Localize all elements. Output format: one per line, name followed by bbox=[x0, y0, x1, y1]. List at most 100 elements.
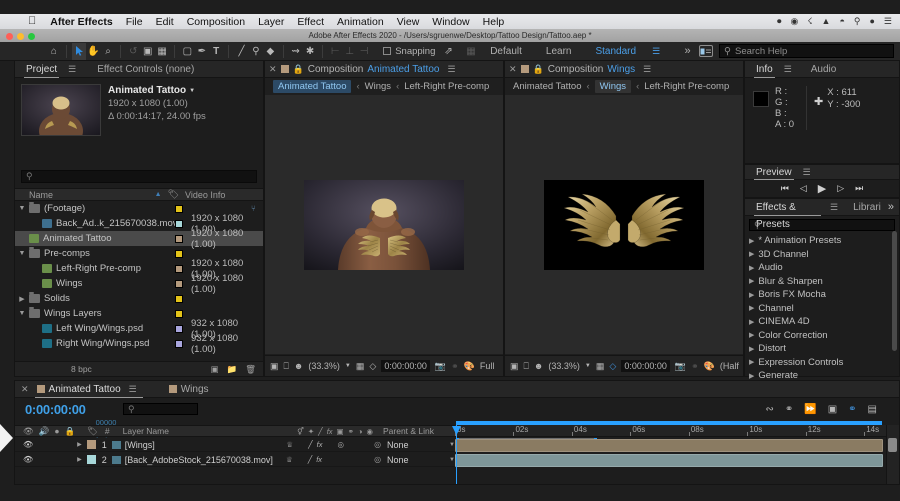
snapping-checkbox[interactable] bbox=[383, 47, 391, 55]
wifi-icon[interactable]: ◓ bbox=[839, 16, 844, 27]
menu-app-name[interactable]: After Effects bbox=[50, 16, 112, 28]
screen-record-icon[interactable]: ⏺ bbox=[777, 16, 782, 27]
tab-effect-controls[interactable]: Effect Controls (none) bbox=[90, 61, 201, 78]
new-comp-icon[interactable]: ▣ bbox=[211, 364, 219, 375]
region-of-interest-icon[interactable]: ▦ bbox=[155, 43, 169, 60]
hand-tool-icon[interactable]: ✋ bbox=[86, 43, 100, 60]
lock-icon[interactable]: 🔒 bbox=[533, 64, 544, 75]
timeline-tab-animated-tattoo[interactable]: Animated Tattoo ☰ bbox=[29, 381, 149, 398]
fx-icon[interactable]: fx bbox=[317, 440, 323, 449]
last-frame-icon[interactable]: ⏭ bbox=[855, 183, 863, 194]
workspace-standard[interactable]: Standard bbox=[583, 42, 648, 61]
close-icon[interactable]: ✕ bbox=[269, 64, 277, 75]
layer-twirl-icon[interactable]: ▶ bbox=[77, 441, 82, 448]
chevron-down-icon[interactable]: ▼ bbox=[585, 363, 591, 369]
magnification-icon[interactable]: ▣ bbox=[270, 361, 279, 372]
draft-3d-icon[interactable]: ⚭ bbox=[785, 404, 793, 415]
effects-category-row[interactable]: ▶CINEMA 4D bbox=[745, 315, 899, 329]
solo-icon[interactable]: ● bbox=[54, 426, 59, 436]
twirl-closed-icon[interactable]: ▶ bbox=[749, 250, 754, 258]
roto-brush-tool-icon[interactable]: ⇝ bbox=[288, 43, 302, 60]
motion-blur-icon[interactable]: ◎ bbox=[338, 440, 345, 449]
label-color-swatch[interactable] bbox=[175, 205, 183, 213]
chevron-down-icon[interactable]: ▼ bbox=[189, 88, 195, 94]
clone-stamp-tool-icon[interactable]: ⚲ bbox=[249, 43, 263, 60]
sort-ascending-icon[interactable]: ▲ bbox=[155, 191, 162, 198]
effects-category-row[interactable]: ▶Color Correction bbox=[745, 329, 899, 343]
type-tool-icon[interactable]: T bbox=[209, 43, 223, 60]
workspace-screen-icon[interactable] bbox=[699, 45, 713, 57]
breadcrumb-animated-tattoo[interactable]: Animated Tattoo bbox=[513, 81, 581, 92]
column-layer-name[interactable]: Layer Name bbox=[123, 426, 169, 436]
label-color-swatch[interactable] bbox=[175, 265, 183, 273]
puppet-pin-tool-icon[interactable]: ✱ bbox=[303, 43, 317, 60]
search-help-field[interactable]: ⚲ Search Help bbox=[719, 44, 894, 58]
timeline-tab-menu-icon[interactable]: ☰ bbox=[125, 384, 141, 395]
timeline-tab-close-icon[interactable]: ✕ bbox=[21, 384, 29, 395]
timeline-search-input[interactable]: ⚲ bbox=[123, 403, 198, 415]
timeline-layer-bar[interactable] bbox=[455, 439, 883, 452]
effects-scrollbar[interactable] bbox=[892, 231, 897, 351]
close-icon[interactable]: ✕ bbox=[509, 64, 517, 75]
align-left-icon[interactable]: ⊢ bbox=[328, 43, 342, 60]
lock-icon[interactable]: 🔒 bbox=[293, 64, 304, 75]
shy-icon[interactable]: ⚥ bbox=[297, 427, 304, 436]
control-center-icon[interactable]: ☰ bbox=[884, 16, 892, 27]
twirl-closed-icon[interactable]: ▶ bbox=[749, 264, 754, 272]
layer-label-swatch[interactable] bbox=[87, 455, 96, 464]
show-snapshot-icon[interactable]: ⚭ bbox=[451, 361, 459, 372]
timeline-layer-bar[interactable] bbox=[455, 454, 883, 467]
region-marker-icon[interactable]: ▦ bbox=[464, 43, 478, 60]
label-color-swatch[interactable] bbox=[175, 220, 183, 228]
breadcrumb-left-right-precomp[interactable]: Left-Right Pre-comp bbox=[404, 81, 489, 92]
project-panel-menu-icon[interactable]: ☰ bbox=[64, 64, 80, 75]
adjustment-icon[interactable]: ◑ bbox=[358, 427, 363, 436]
3d-view-icon[interactable]: ☻ bbox=[534, 361, 543, 371]
column-video-info[interactable]: Video Info bbox=[185, 190, 263, 200]
frame-blend-icon[interactable]: ▣ bbox=[337, 427, 344, 436]
label-icon[interactable]: 🏷 bbox=[87, 426, 98, 437]
eye-icon[interactable]: 👁 bbox=[23, 426, 34, 437]
effects-category-row[interactable]: ▶Expression Controls bbox=[745, 356, 899, 370]
previous-frame-icon[interactable]: ◁ bbox=[800, 183, 807, 194]
new-folder-icon[interactable]: 📁 bbox=[227, 364, 238, 375]
effects-category-row[interactable]: ▶Channel bbox=[745, 302, 899, 316]
first-frame-icon[interactable]: ⏮ bbox=[781, 183, 789, 194]
label-color-swatch[interactable] bbox=[175, 235, 183, 243]
timeline-layer-row[interactable]: 👁▶1[Wings]♕╱fx◎◎None▼ bbox=[15, 438, 455, 452]
timeline-ruler[interactable]: 0s02s04s06s08s10s12s14s bbox=[455, 425, 899, 437]
graph-editor-icon[interactable]: ▤ bbox=[868, 404, 877, 415]
viewer-left-zoom-level[interactable]: (33.3%) bbox=[308, 361, 340, 371]
bluetooth-icon[interactable]: ☇ bbox=[807, 16, 812, 27]
user-account-icon[interactable]: ● bbox=[869, 16, 874, 27]
parent-pickwhip-icon[interactable]: ◎ bbox=[374, 455, 381, 464]
fx-icon[interactable]: fx bbox=[316, 455, 322, 464]
shape-tool-icon[interactable]: ▢ bbox=[180, 43, 194, 60]
twirl-closed-icon[interactable]: ▶ bbox=[749, 331, 754, 339]
trash-icon[interactable]: 🗑 bbox=[245, 364, 256, 375]
menu-effect[interactable]: Effect bbox=[297, 16, 324, 28]
effects-category-row[interactable]: ▶3D Channel bbox=[745, 248, 899, 262]
selection-tool-icon[interactable] bbox=[72, 43, 86, 60]
breadcrumb-animated-tattoo[interactable]: Animated Tattoo bbox=[273, 80, 351, 93]
label-color-swatch[interactable] bbox=[175, 280, 183, 288]
menu-animation[interactable]: Animation bbox=[337, 16, 384, 28]
orbit-tool-icon[interactable]: ↺ bbox=[126, 43, 140, 60]
viewer-left-timecode[interactable]: 0:00:00:00 bbox=[381, 360, 430, 372]
menu-composition[interactable]: Composition bbox=[187, 16, 245, 28]
effects-panel-overflow-button[interactable]: » bbox=[888, 201, 899, 213]
snapshot-icon[interactable]: 📷 bbox=[435, 361, 446, 372]
project-item-row[interactable]: Wings1920 x 1080 (1.00) bbox=[15, 276, 263, 291]
snapping-toggle[interactable]: Snapping bbox=[383, 46, 435, 57]
twirl-open-icon[interactable]: ▼ bbox=[15, 250, 29, 257]
tab-libraries[interactable]: Librari bbox=[846, 199, 888, 216]
panel-collapse-arrow-icon[interactable] bbox=[0, 424, 13, 452]
motion-blur-icon[interactable]: ⚭ bbox=[848, 404, 856, 415]
play-icon[interactable]: ▶ bbox=[818, 182, 826, 195]
fx-icon[interactable]: fx bbox=[327, 427, 333, 436]
menu-file[interactable]: File bbox=[126, 16, 143, 28]
tab-info[interactable]: Info bbox=[749, 61, 780, 78]
maximize-window-button[interactable] bbox=[28, 33, 35, 40]
3d-layer-icon[interactable]: ◉ bbox=[366, 427, 373, 436]
layer-label-swatch[interactable] bbox=[87, 440, 96, 449]
